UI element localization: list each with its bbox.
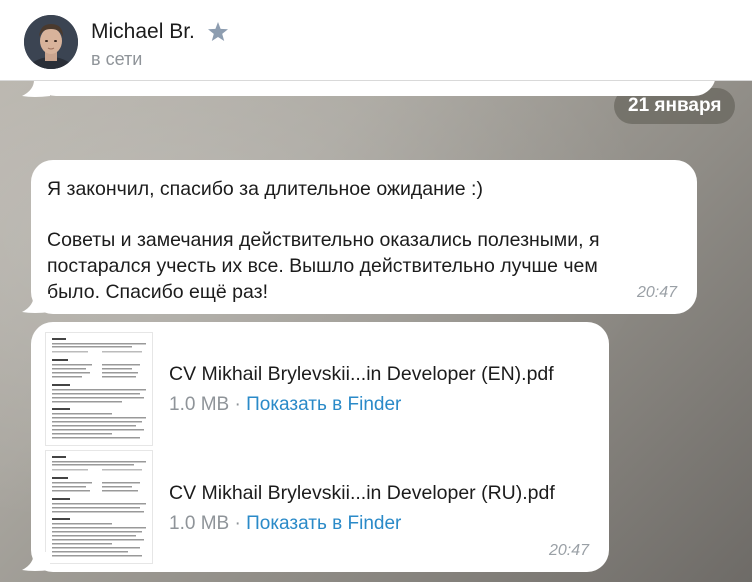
show-in-finder-link[interactable]: Показать в Finder <box>246 394 401 415</box>
message-timestamp: 20:47 <box>548 542 589 559</box>
message-tail <box>22 294 50 313</box>
pdf-thumbnail[interactable] <box>45 450 153 564</box>
message-timestamp: 20:47 <box>636 284 677 301</box>
file-size: 1.0 MB <box>169 394 230 415</box>
file-size: 1.0 MB <box>169 513 230 534</box>
files-message-bubble[interactable]: CV Mikhail Brylevskii...in Developer (EN… <box>31 322 609 572</box>
chat-header: Michael Br. в сети <box>0 0 752 81</box>
star-icon <box>208 22 228 41</box>
previous-message-tail <box>22 80 50 97</box>
file-name[interactable]: CV Mikhail Brylevskii...in Developer (EN… <box>169 363 554 386</box>
message-tail <box>22 552 50 571</box>
message-line: было. Спасибо ещё раз! <box>47 281 269 303</box>
file-meta: 1.0 MB · Показать в Finder <box>169 513 402 534</box>
message-bubble[interactable]: Я закончил, спасибо за длительное ожидан… <box>31 160 697 314</box>
file-meta: 1.0 MB · Показать в Finder <box>169 394 402 415</box>
file-name[interactable]: CV Mikhail Brylevskii...in Developer (RU… <box>169 482 555 505</box>
pdf-thumbnail[interactable] <box>45 332 153 446</box>
online-status: в сети <box>91 49 143 69</box>
avatar[interactable] <box>24 15 78 69</box>
message-line: Я закончил, спасибо за длительное ожидан… <box>47 178 483 200</box>
message-line: постарался учесть их все. Вышло действит… <box>47 255 598 277</box>
message-line: Советы и замечания действительно оказали… <box>47 229 600 251</box>
show-in-finder-link[interactable]: Показать в Finder <box>246 513 401 534</box>
contact-name[interactable]: Michael Br. <box>91 20 195 44</box>
